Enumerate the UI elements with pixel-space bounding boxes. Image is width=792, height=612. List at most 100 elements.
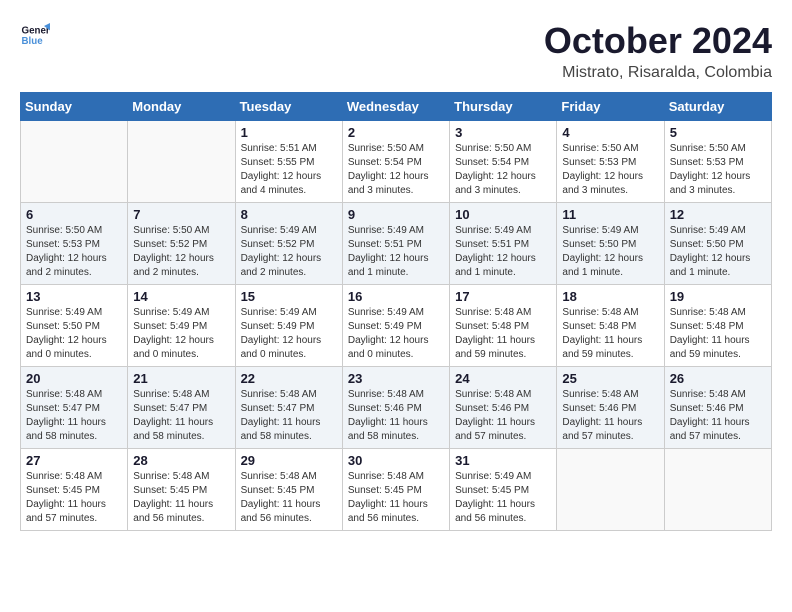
- calendar-cell: 5 Sunrise: 5:50 AM Sunset: 5:53 PM Daylig…: [664, 121, 771, 203]
- calendar-cell: 29 Sunrise: 5:48 AM Sunset: 5:45 PM Dayli…: [235, 449, 342, 531]
- weekday-header-saturday: Saturday: [664, 93, 771, 121]
- calendar-cell: 20 Sunrise: 5:48 AM Sunset: 5:47 PM Dayli…: [21, 367, 128, 449]
- day-number: 21: [133, 371, 229, 386]
- day-info: Sunrise: 5:49 AM Sunset: 5:51 PM Dayligh…: [455, 224, 551, 280]
- calendar-cell: 12Sunrise: 5:49 AM Sunset: 5:50 PM Dayli…: [664, 203, 771, 285]
- calendar-week-row: 27 Sunrise: 5:48 AM Sunset: 5:45 PM Dayli…: [21, 449, 772, 531]
- calendar: SundayMondayTuesdayWednesdayThursdayFrid…: [20, 92, 772, 531]
- location-title: Mistrato, Risaralda, Colombia: [544, 64, 772, 82]
- day-info: Sunrise: 5:48 AM Sunset: 5:47 PM Dayligh…: [133, 388, 229, 444]
- title-area: October 2024 Mistrato, Risaralda, Colomb…: [544, 20, 772, 82]
- calendar-cell: [664, 449, 771, 531]
- calendar-cell: 18 Sunrise: 5:48 AM Sunset: 5:48 PM Dayli…: [557, 285, 664, 367]
- day-info: Sunrise: 5:50 AM Sunset: 5:53 PM Dayligh…: [670, 142, 766, 198]
- day-info: Sunrise: 5:48 AM Sunset: 5:46 PM Dayligh…: [455, 388, 551, 444]
- weekday-header-wednesday: Wednesday: [342, 93, 449, 121]
- day-number: 15: [241, 289, 337, 304]
- logo-icon: General Blue: [20, 20, 50, 50]
- day-number: 29: [241, 453, 337, 468]
- calendar-week-row: 20 Sunrise: 5:48 AM Sunset: 5:47 PM Dayli…: [21, 367, 772, 449]
- calendar-cell: [557, 449, 664, 531]
- logo: General Blue: [20, 20, 50, 50]
- day-number: 28: [133, 453, 229, 468]
- day-number: 11: [562, 207, 658, 222]
- day-number: 25: [562, 371, 658, 386]
- calendar-cell: 31 Sunrise: 5:49 AM Sunset: 5:45 PM Dayli…: [450, 449, 557, 531]
- day-number: 31: [455, 453, 551, 468]
- calendar-cell: 24 Sunrise: 5:48 AM Sunset: 5:46 PM Dayli…: [450, 367, 557, 449]
- day-info: Sunrise: 5:48 AM Sunset: 5:45 PM Dayligh…: [241, 470, 337, 526]
- month-title: October 2024: [544, 20, 772, 62]
- day-info: Sunrise: 5:48 AM Sunset: 5:46 PM Dayligh…: [670, 388, 766, 444]
- day-number: 30: [348, 453, 444, 468]
- day-number: 14: [133, 289, 229, 304]
- calendar-cell: 13 Sunrise: 5:49 AM Sunset: 5:50 PM Dayli…: [21, 285, 128, 367]
- calendar-cell: 9Sunrise: 5:49 AM Sunset: 5:51 PM Daylig…: [342, 203, 449, 285]
- day-number: 18: [562, 289, 658, 304]
- day-info: Sunrise: 5:48 AM Sunset: 5:48 PM Dayligh…: [562, 306, 658, 362]
- calendar-cell: [21, 121, 128, 203]
- calendar-week-row: 13 Sunrise: 5:49 AM Sunset: 5:50 PM Dayli…: [21, 285, 772, 367]
- calendar-cell: 22Sunrise: 5:48 AM Sunset: 5:47 PM Dayli…: [235, 367, 342, 449]
- svg-text:Blue: Blue: [22, 36, 44, 47]
- calendar-cell: 14 Sunrise: 5:49 AM Sunset: 5:49 PM Dayli…: [128, 285, 235, 367]
- day-info: Sunrise: 5:49 AM Sunset: 5:49 PM Dayligh…: [241, 306, 337, 362]
- day-number: 4: [562, 125, 658, 140]
- day-info: Sunrise: 5:50 AM Sunset: 5:54 PM Dayligh…: [455, 142, 551, 198]
- calendar-cell: 1 Sunrise: 5:51 AM Sunset: 5:55 PM Daylig…: [235, 121, 342, 203]
- day-number: 24: [455, 371, 551, 386]
- day-number: 10: [455, 207, 551, 222]
- weekday-header-thursday: Thursday: [450, 93, 557, 121]
- calendar-cell: 2 Sunrise: 5:50 AM Sunset: 5:54 PM Daylig…: [342, 121, 449, 203]
- day-number: 20: [26, 371, 122, 386]
- day-info: Sunrise: 5:49 AM Sunset: 5:52 PM Dayligh…: [241, 224, 337, 280]
- calendar-cell: 17 Sunrise: 5:48 AM Sunset: 5:48 PM Dayli…: [450, 285, 557, 367]
- calendar-cell: 19 Sunrise: 5:48 AM Sunset: 5:48 PM Dayli…: [664, 285, 771, 367]
- day-number: 23: [348, 371, 444, 386]
- calendar-cell: 6 Sunrise: 5:50 AM Sunset: 5:53 PM Daylig…: [21, 203, 128, 285]
- day-number: 26: [670, 371, 766, 386]
- day-number: 3: [455, 125, 551, 140]
- day-info: Sunrise: 5:49 AM Sunset: 5:50 PM Dayligh…: [562, 224, 658, 280]
- day-number: 19: [670, 289, 766, 304]
- day-number: 9: [348, 207, 444, 222]
- day-info: Sunrise: 5:49 AM Sunset: 5:50 PM Dayligh…: [670, 224, 766, 280]
- day-number: 7: [133, 207, 229, 222]
- calendar-cell: 7 Sunrise: 5:50 AM Sunset: 5:52 PM Daylig…: [128, 203, 235, 285]
- day-info: Sunrise: 5:50 AM Sunset: 5:52 PM Dayligh…: [133, 224, 229, 280]
- day-number: 8: [241, 207, 337, 222]
- day-number: 13: [26, 289, 122, 304]
- day-info: Sunrise: 5:48 AM Sunset: 5:45 PM Dayligh…: [26, 470, 122, 526]
- day-number: 17: [455, 289, 551, 304]
- calendar-cell: 27 Sunrise: 5:48 AM Sunset: 5:45 PM Dayli…: [21, 449, 128, 531]
- day-number: 27: [26, 453, 122, 468]
- day-number: 2: [348, 125, 444, 140]
- calendar-cell: 11 Sunrise: 5:49 AM Sunset: 5:50 PM Dayli…: [557, 203, 664, 285]
- day-info: Sunrise: 5:48 AM Sunset: 5:48 PM Dayligh…: [455, 306, 551, 362]
- day-info: Sunrise: 5:50 AM Sunset: 5:53 PM Dayligh…: [26, 224, 122, 280]
- day-info: Sunrise: 5:48 AM Sunset: 5:48 PM Dayligh…: [670, 306, 766, 362]
- calendar-cell: 26 Sunrise: 5:48 AM Sunset: 5:46 PM Dayli…: [664, 367, 771, 449]
- day-number: 1: [241, 125, 337, 140]
- day-info: Sunrise: 5:49 AM Sunset: 5:45 PM Dayligh…: [455, 470, 551, 526]
- calendar-cell: 3 Sunrise: 5:50 AM Sunset: 5:54 PM Daylig…: [450, 121, 557, 203]
- day-number: 22: [241, 371, 337, 386]
- day-number: 16: [348, 289, 444, 304]
- day-info: Sunrise: 5:50 AM Sunset: 5:54 PM Dayligh…: [348, 142, 444, 198]
- day-number: 5: [670, 125, 766, 140]
- day-info: Sunrise: 5:49 AM Sunset: 5:49 PM Dayligh…: [348, 306, 444, 362]
- calendar-cell: 8 Sunrise: 5:49 AM Sunset: 5:52 PM Daylig…: [235, 203, 342, 285]
- calendar-cell: 30Sunrise: 5:48 AM Sunset: 5:45 PM Dayli…: [342, 449, 449, 531]
- day-info: Sunrise: 5:49 AM Sunset: 5:49 PM Dayligh…: [133, 306, 229, 362]
- day-info: Sunrise: 5:48 AM Sunset: 5:46 PM Dayligh…: [348, 388, 444, 444]
- day-info: Sunrise: 5:49 AM Sunset: 5:50 PM Dayligh…: [26, 306, 122, 362]
- day-info: Sunrise: 5:48 AM Sunset: 5:47 PM Dayligh…: [26, 388, 122, 444]
- calendar-cell: 10 Sunrise: 5:49 AM Sunset: 5:51 PM Dayli…: [450, 203, 557, 285]
- day-info: Sunrise: 5:51 AM Sunset: 5:55 PM Dayligh…: [241, 142, 337, 198]
- calendar-cell: 28Sunrise: 5:48 AM Sunset: 5:45 PM Dayli…: [128, 449, 235, 531]
- day-number: 6: [26, 207, 122, 222]
- calendar-cell: 16 Sunrise: 5:49 AM Sunset: 5:49 PM Dayli…: [342, 285, 449, 367]
- calendar-cell: 15 Sunrise: 5:49 AM Sunset: 5:49 PM Dayli…: [235, 285, 342, 367]
- weekday-header-friday: Friday: [557, 93, 664, 121]
- day-info: Sunrise: 5:48 AM Sunset: 5:46 PM Dayligh…: [562, 388, 658, 444]
